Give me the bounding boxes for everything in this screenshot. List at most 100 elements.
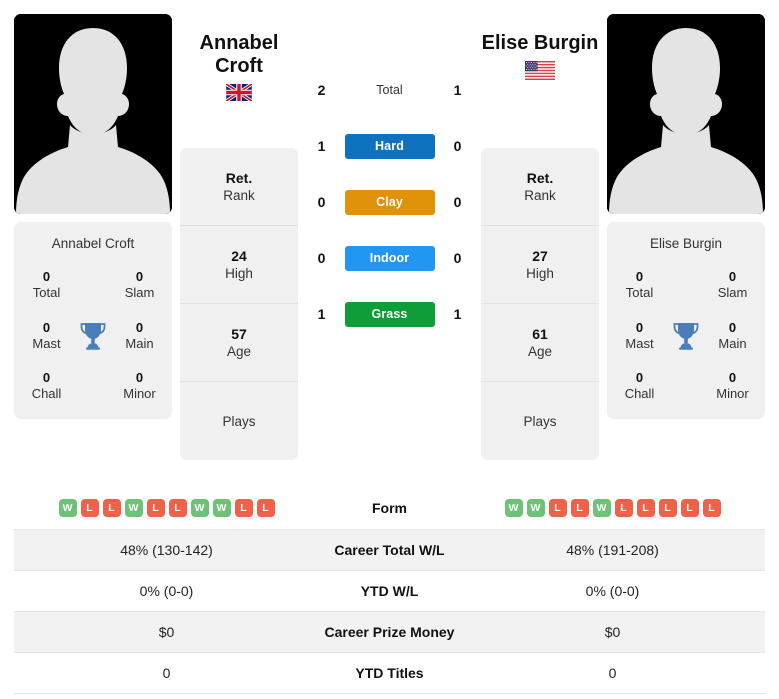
h2h-total-right-score: 1 [453, 82, 462, 98]
surface-badge-hard[interactable]: Hard [344, 133, 435, 159]
comparison-table: WLLWLLWWLL Form WWLLWLLLLL 48% (130-142)… [14, 488, 765, 694]
table-row-career-total-wl: 48% (130-142) Career Total W/L 48% (191-… [14, 529, 765, 570]
form-badge-win: W [504, 499, 523, 518]
form-badge-loss: L [168, 499, 187, 518]
right-titles-total-label: Total [625, 285, 654, 301]
left-rank-panel: Ret. Rank 24 High 57 Age Plays [180, 148, 298, 460]
right-titles-minor-label: Minor [716, 386, 749, 402]
left-titles-mast-label: Mast [32, 335, 61, 351]
form-badge-loss: L [680, 499, 699, 518]
table-row-ytd-titles: 0 YTD Titles 0 [14, 652, 765, 693]
left-player-name-small: Annabel Croft [51, 236, 135, 251]
left-career-prize-money: $0 [158, 623, 175, 640]
table-row-form: WLLWLLWWLL Form WWLLWLLLLL [14, 488, 765, 529]
left-titles-chall-label: Chall [31, 386, 62, 402]
h2h-grass-row: 1 Grass 1 [298, 286, 481, 342]
form-badge-loss: L [658, 499, 677, 518]
left-rank-label: Rank [223, 188, 255, 203]
right-titles-chall-label: Chall [624, 386, 655, 402]
form-badge-loss: L [146, 499, 165, 518]
right-titles-minor: 0 Minor [708, 370, 757, 403]
form-badge-loss: L [256, 499, 275, 518]
right-rank-label: Rank [524, 188, 556, 203]
table-row-ytd-wl: 0% (0-0) YTD W/L 0% (0-0) [14, 570, 765, 611]
left-age-value: 57 [231, 326, 247, 342]
left-titles-slam-label: Slam [124, 285, 155, 301]
right-titles-total-value: 0 [635, 269, 644, 284]
right-titles-minor-value: 0 [728, 370, 737, 385]
h2h-indoor-left-score: 0 [317, 250, 326, 266]
left-high-value: 24 [231, 248, 247, 264]
left-player-avatar[interactable] [14, 14, 172, 214]
h2h-total-label: Total [376, 83, 403, 97]
left-form-cell: WLLWLLWWLL [14, 488, 319, 529]
h2h-indoor-row: 0 Indoor 0 [298, 230, 481, 286]
row-label-ytd-titles: YTD Titles [355, 664, 424, 681]
h2h-clay-right-score: 0 [453, 194, 462, 210]
left-form-badges: WLLWLLWWLL [14, 499, 319, 518]
form-badge-loss: L [570, 499, 589, 518]
trophy-icon [71, 322, 115, 350]
form-badge-win: W [190, 499, 209, 518]
surface-badge-clay[interactable]: Clay [344, 189, 435, 215]
right-player-name: Elise Burgin [481, 32, 599, 55]
form-badge-win: W [124, 499, 143, 518]
form-badge-win: W [212, 499, 231, 518]
h2h-clay-left-score: 0 [317, 194, 326, 210]
right-titles-chall-value: 0 [635, 370, 644, 385]
right-plays-label: Plays [523, 413, 557, 429]
right-titles-mast-label: Mast [625, 335, 654, 351]
h2h-hard-left-score: 1 [317, 138, 326, 154]
right-career-prize-money: $0 [604, 623, 621, 640]
right-age-label: Age [527, 344, 553, 359]
left-titles-total-value: 0 [42, 269, 51, 284]
us-flag-icon [525, 61, 555, 80]
left-age-label: Age [226, 344, 252, 359]
right-titles-mast: 0 Mast [615, 320, 664, 353]
left-titles-chall-value: 0 [42, 370, 51, 385]
right-player-avatar[interactable] [607, 14, 765, 214]
left-titles-main-value: 0 [135, 319, 144, 335]
right-titles-mast-value: 0 [635, 319, 644, 335]
h2h-indoor-right-score: 0 [453, 250, 462, 266]
right-ytd-wl: 0% (0-0) [585, 582, 640, 599]
trophy-icon [664, 322, 708, 350]
left-titles-slam: 0 Slam [115, 269, 164, 302]
row-label-ytd-wl: YTD W/L [360, 582, 419, 599]
form-badge-loss: L [234, 499, 253, 518]
left-titles-slam-value: 0 [135, 269, 144, 284]
right-titles-panel: Elise Burgin 0 Total 0 Slam 0 Mast 0 Mai… [607, 222, 765, 419]
surface-badge-grass[interactable]: Grass [344, 301, 435, 327]
left-titles-minor: 0 Minor [115, 370, 164, 403]
h2h-surface-column: 2 Total 1 1 Hard 0 0 Clay 0 0 Indoor 0 1 [298, 14, 481, 342]
form-badge-loss: L [548, 499, 567, 518]
left-age-cell: 57 Age [180, 304, 298, 382]
right-career-total-wl: 48% (191-208) [566, 541, 659, 558]
form-badge-loss: L [80, 499, 99, 518]
right-high-label: High [526, 266, 554, 281]
left-titles-total-label: Total [32, 285, 61, 301]
left-titles-grid: 0 Total 0 Slam 0 Mast 0 Main 0 Chall 0 M… [22, 269, 164, 403]
form-badge-win: W [592, 499, 611, 518]
right-titles-total: 0 Total [615, 269, 664, 302]
left-player-name: Annabel Croft [180, 32, 298, 78]
row-label-career-prize-money: Career Prize Money [324, 623, 455, 640]
surface-badge-indoor[interactable]: Indoor [344, 245, 435, 271]
right-age-value: 61 [532, 326, 548, 342]
form-badge-loss: L [102, 499, 121, 518]
right-titles-main-value: 0 [728, 319, 737, 335]
left-titles-panel: Annabel Croft 0 Total 0 Slam 0 Mast 0 Ma… [14, 222, 172, 419]
right-rank-cell: Ret. Rank [481, 148, 599, 226]
right-titles-grid: 0 Total 0 Slam 0 Mast 0 Main 0 Chall 0 M… [615, 269, 757, 403]
h2h-grass-left-score: 1 [317, 306, 326, 322]
right-age-cell: 61 Age [481, 304, 599, 382]
left-titles-total: 0 Total [22, 269, 71, 302]
right-titles-slam-value: 0 [728, 269, 737, 284]
left-rank-value: Ret. [225, 170, 253, 186]
h2h-hard-right-score: 0 [453, 138, 462, 154]
left-titles-chall: 0 Chall [22, 370, 71, 403]
left-ytd-titles: 0 [162, 664, 171, 681]
left-career-total-wl: 48% (130-142) [120, 541, 213, 558]
form-badge-win: W [526, 499, 545, 518]
form-badge-loss: L [636, 499, 655, 518]
